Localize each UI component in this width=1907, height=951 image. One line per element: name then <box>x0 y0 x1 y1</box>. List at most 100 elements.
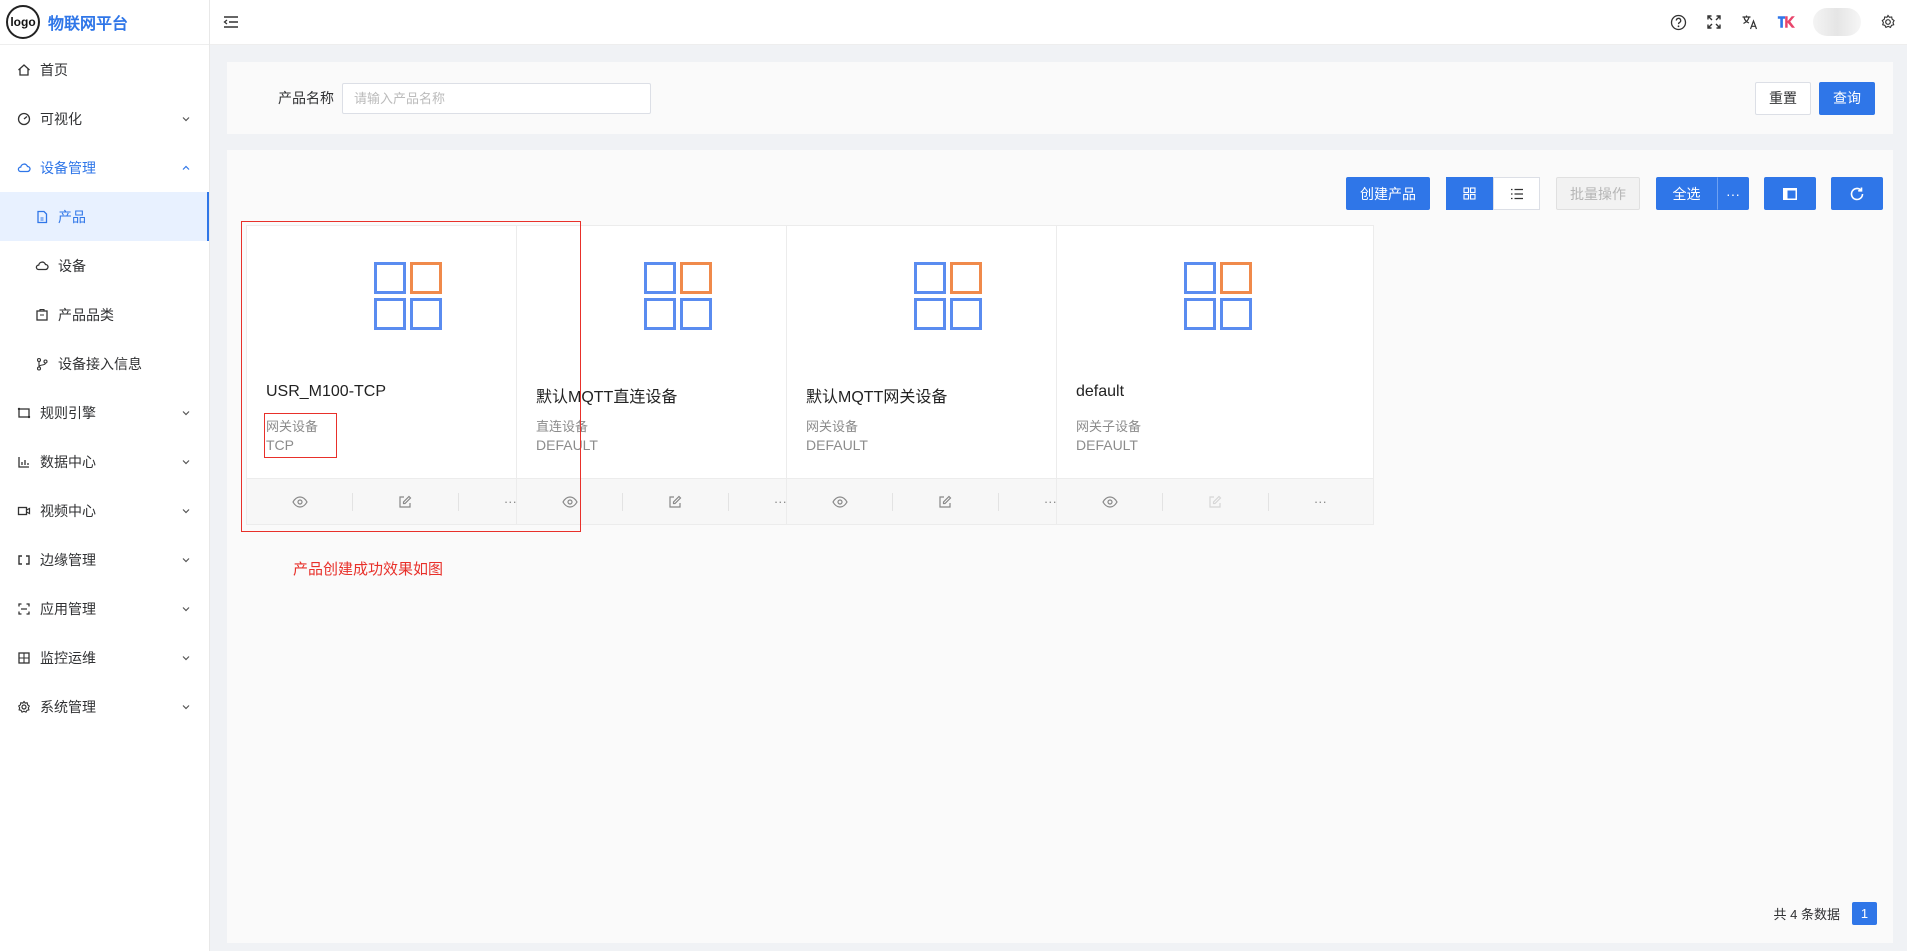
fullscreen-icon[interactable] <box>1705 13 1723 31</box>
list-toolbar: 创建产品 批量操作 全选 ··· <box>1346 177 1883 210</box>
gear-icon[interactable] <box>1879 13 1897 31</box>
sidebar-item-data-center[interactable]: 数据中心 <box>0 437 209 486</box>
view-button[interactable] <box>517 479 622 524</box>
sidebar-item-edge-management[interactable]: 边缘管理 <box>0 535 209 584</box>
sidebar: logo 物联网平台 首页 可视化 设备管理 产品 设备 产品品类 设备接入信息… <box>0 0 210 951</box>
search-panel: 产品名称 重置 查询 <box>227 62 1893 134</box>
card-actions: ··· <box>1057 478 1373 524</box>
product-name-label: 产品名称 <box>278 90 334 106</box>
view-button[interactable] <box>1057 479 1162 524</box>
category-icon <box>34 307 50 323</box>
list-icon <box>1510 188 1523 199</box>
access-protocol: DEFAULT <box>806 437 868 453</box>
batch-operation-button[interactable]: 批量操作 <box>1556 177 1640 210</box>
sidebar-item-access-info[interactable]: 设备接入信息 <box>0 339 209 388</box>
refresh-button[interactable] <box>1831 177 1883 210</box>
create-product-button[interactable]: 创建产品 <box>1346 177 1430 210</box>
edit-button[interactable] <box>622 479 727 524</box>
view-button[interactable] <box>247 479 352 524</box>
eye-icon <box>1101 495 1118 508</box>
chevron-up-icon <box>181 163 191 173</box>
list-view-button[interactable] <box>1493 177 1540 210</box>
sidebar-item-video-center[interactable]: 视频中心 <box>0 486 209 535</box>
sidebar-item-device-management[interactable]: 设备管理 <box>0 143 209 192</box>
device-type: 网关设备 <box>266 419 319 434</box>
product-grid-icon <box>1184 262 1252 330</box>
top-actions <box>1669 8 1907 36</box>
logo-area[interactable]: logo 物联网平台 <box>0 0 209 45</box>
sidebar-item-product[interactable]: 产品 <box>0 192 209 241</box>
branch-icon <box>34 356 50 372</box>
select-more-button[interactable]: ··· <box>1717 177 1749 210</box>
product-name-input[interactable] <box>342 82 651 114</box>
monitor-icon <box>16 650 32 666</box>
product-title: USR_M100-TCP <box>266 383 387 400</box>
more-button[interactable]: ··· <box>1267 479 1373 524</box>
device-type: 网关子设备 <box>1076 419 1142 434</box>
sidebar-item-rule-engine[interactable]: 规则引擎 <box>0 388 209 437</box>
device-type: 直连设备 <box>536 419 589 434</box>
product-grid-icon <box>914 262 982 330</box>
edit-button[interactable] <box>352 479 457 524</box>
edit-button-disabled <box>1162 479 1267 524</box>
edit-button[interactable] <box>892 479 997 524</box>
edge-icon <box>16 552 32 568</box>
select-all-button[interactable]: 全选 <box>1656 177 1717 210</box>
product-title: 默认MQTT直连设备 <box>536 389 678 406</box>
reset-button[interactable]: 重置 <box>1755 81 1811 115</box>
search-buttons: 重置 查询 <box>1755 81 1875 115</box>
translate-icon[interactable] <box>1741 13 1759 31</box>
brand-tk-icon[interactable] <box>1777 13 1795 31</box>
sidebar-item-home[interactable]: 首页 <box>0 45 209 94</box>
sidebar-item-monitoring[interactable]: 监控运维 <box>0 633 209 682</box>
sidebar-item-app-management[interactable]: 应用管理 <box>0 584 209 633</box>
total-count: 共 4 条数据 <box>1773 907 1840 922</box>
sidebar-item-label: 产品品类 <box>58 306 114 323</box>
eye-icon <box>291 495 308 508</box>
grid-icon <box>1463 187 1476 200</box>
refresh-icon <box>1850 187 1864 200</box>
device-type: 网关设备 <box>806 419 859 434</box>
chevron-down-icon <box>181 506 191 516</box>
product-title: 默认MQTT网关设备 <box>806 389 948 406</box>
view-button[interactable] <box>787 479 892 524</box>
sidebar-item-label: 边缘管理 <box>40 551 96 568</box>
access-protocol: DEFAULT <box>1076 437 1138 453</box>
eye-icon <box>831 495 848 508</box>
help-icon[interactable] <box>1669 13 1687 31</box>
grid-view-button[interactable] <box>1446 177 1493 210</box>
eye-icon <box>561 495 578 508</box>
column-layout-button[interactable] <box>1764 177 1816 210</box>
sidebar-item-system-management[interactable]: 系统管理 <box>0 682 209 731</box>
access-protocol: TCP <box>266 437 294 453</box>
video-icon <box>16 503 32 519</box>
avatar[interactable] <box>1813 8 1861 36</box>
edit-icon <box>939 495 952 508</box>
query-button[interactable]: 查询 <box>1819 81 1875 115</box>
menu-collapse-icon[interactable] <box>222 13 240 31</box>
sidebar-item-device[interactable]: 设备 <box>0 241 209 290</box>
sidebar-item-label: 监控运维 <box>40 649 96 666</box>
chevron-down-icon <box>181 408 191 418</box>
sidebar-item-label: 产品 <box>58 208 86 225</box>
edit-icon <box>1209 495 1222 508</box>
device-icon <box>34 258 50 274</box>
product-list-panel: 创建产品 批量操作 全选 ··· USR_M100-TCP 网关设备 TCP ·… <box>227 150 1893 943</box>
select-all-group: 全选 ··· <box>1656 177 1749 210</box>
app-title: 物联网平台 <box>48 16 129 33</box>
edit-icon <box>399 495 412 508</box>
sidebar-item-visualization[interactable]: 可视化 <box>0 94 209 143</box>
chevron-down-icon <box>181 457 191 467</box>
dashboard-icon <box>16 111 32 127</box>
sidebar-item-label: 应用管理 <box>40 600 96 617</box>
page-1-button[interactable]: 1 <box>1852 902 1877 925</box>
pagination: 共 4 条数据 1 <box>1774 902 1877 925</box>
settings-icon <box>16 699 32 715</box>
sidebar-item-label: 设备管理 <box>40 159 96 176</box>
sidebar-item-label: 可视化 <box>40 110 82 127</box>
sidebar-item-product-category[interactable]: 产品品类 <box>0 290 209 339</box>
top-bar <box>210 0 1907 45</box>
product-doc-icon <box>34 209 50 225</box>
device-cloud-icon <box>16 160 32 176</box>
product-card[interactable]: default 网关子设备 DEFAULT ··· <box>1056 225 1374 525</box>
